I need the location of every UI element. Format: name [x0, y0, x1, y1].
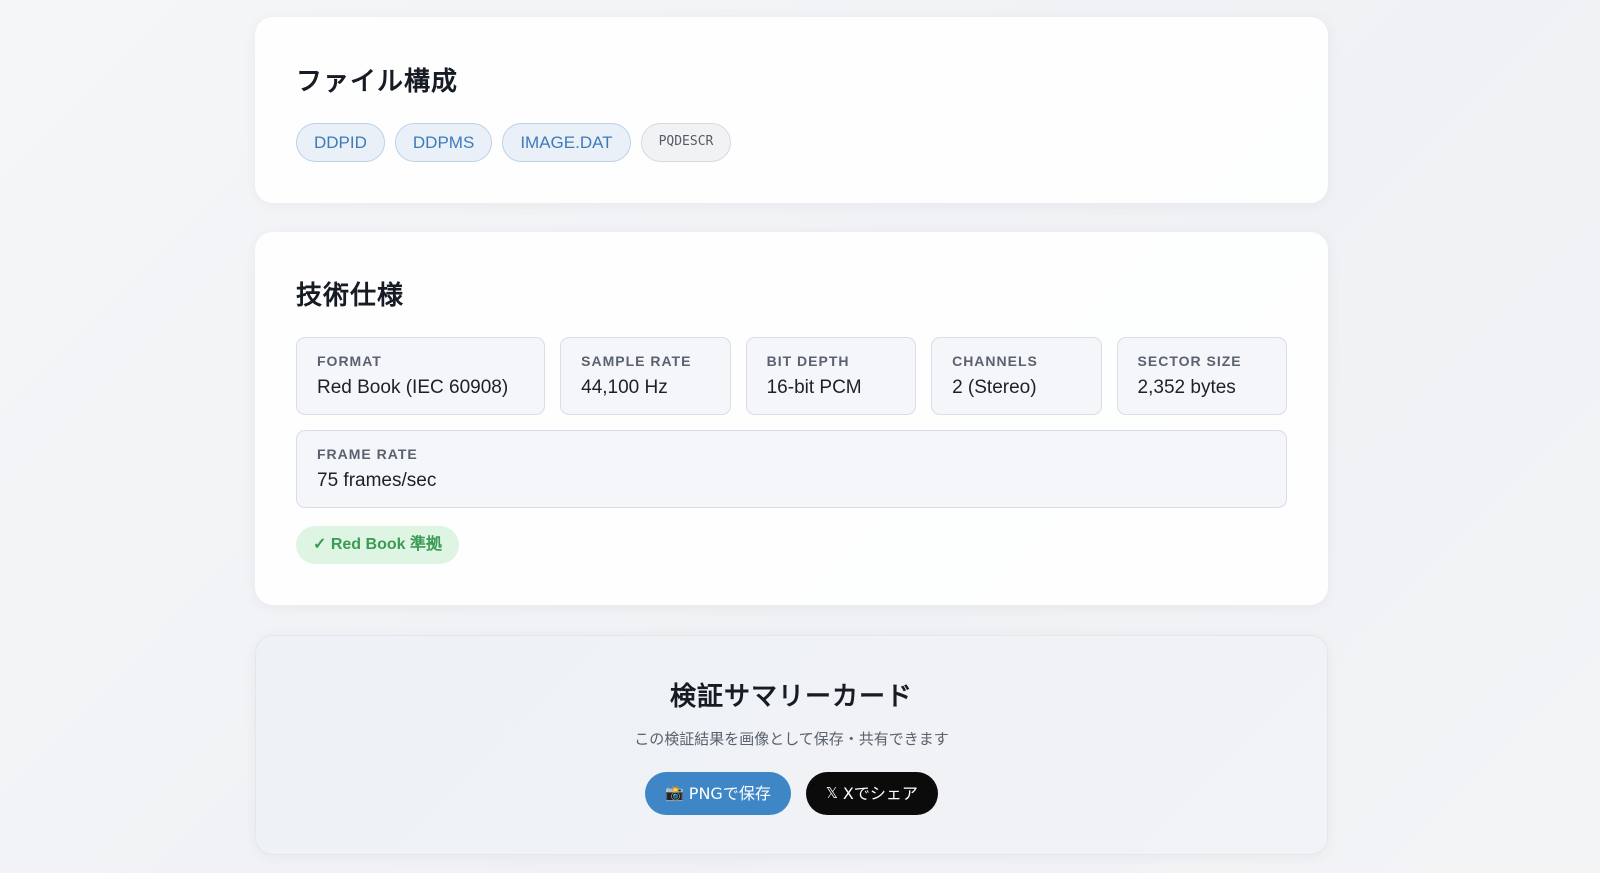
spec-format: FORMAT Red Book (IEC 60908) [296, 337, 546, 415]
summary-actions: 📸 PNGで保存 𝕏 Xでシェア [256, 772, 1327, 815]
spec-sample-rate: SAMPLE RATE 44,100 Hz [560, 337, 731, 415]
spec-value: 2,352 bytes [1137, 377, 1236, 398]
spec-label: SAMPLE RATE [581, 353, 692, 369]
technical-spec-card: 技術仕様 FORMAT Red Book (IEC 60908) SAMPLE … [255, 232, 1328, 605]
camera-icon: 📸 [665, 784, 684, 802]
spec-sector-size: SECTOR SIZE 2,352 bytes [1116, 337, 1288, 415]
file-structure-title: ファイル構成 [296, 67, 459, 97]
spec-grid: FORMAT Red Book (IEC 60908) SAMPLE RATE … [296, 337, 1288, 523]
red-book-compliance-badge: ✓ Red Book 準拠 [296, 526, 459, 564]
file-structure-card: ファイル構成 DDPID DDPMS IMAGE.DAT PQDESCR [255, 17, 1328, 203]
technical-spec-title: 技術仕様 [296, 281, 405, 311]
spec-bit-depth: BIT DEPTH 16-bit PCM [745, 337, 917, 415]
file-chip-ddpid[interactable]: DDPID [296, 123, 385, 162]
spec-value: 2 (Stereo) [952, 377, 1037, 398]
spec-label: BIT DEPTH [766, 353, 850, 369]
spec-label: SECTOR SIZE [1137, 353, 1242, 369]
file-chip-pqdescr[interactable]: PQDESCR [640, 123, 732, 162]
file-chip-list: DDPID DDPMS IMAGE.DAT PQDESCR [296, 123, 732, 162]
save-png-button[interactable]: 📸 PNGで保存 [645, 772, 791, 815]
spec-label: FRAME RATE [317, 446, 418, 462]
spec-frame-rate: FRAME RATE 75 frames/sec [296, 430, 1287, 508]
spec-value: 75 frames/sec [317, 470, 437, 491]
spec-label: CHANNELS [952, 353, 1038, 369]
share-x-label: Xでシェア [842, 784, 918, 803]
spec-value: Red Book (IEC 60908) [317, 377, 509, 398]
spec-value: 44,100 Hz [581, 377, 668, 398]
summary-subtitle: この検証結果を画像として保存・共有できます [634, 730, 949, 748]
save-png-label: PNGで保存 [688, 784, 771, 803]
file-chip-image-dat[interactable]: IMAGE.DAT [502, 123, 631, 162]
share-x-button[interactable]: 𝕏 Xでシェア [805, 772, 938, 815]
spec-channels: CHANNELS 2 (Stereo) [931, 337, 1102, 415]
verification-summary-card: 検証サマリーカード この検証結果を画像として保存・共有できます 📸 PNGで保存… [255, 635, 1328, 855]
x-logo-icon: 𝕏 [825, 784, 838, 802]
spec-value: 16-bit PCM [766, 377, 862, 398]
spec-label: FORMAT [317, 353, 382, 369]
file-chip-ddpms[interactable]: DDPMS [394, 123, 493, 162]
summary-title: 検証サマリーカード [669, 682, 913, 712]
